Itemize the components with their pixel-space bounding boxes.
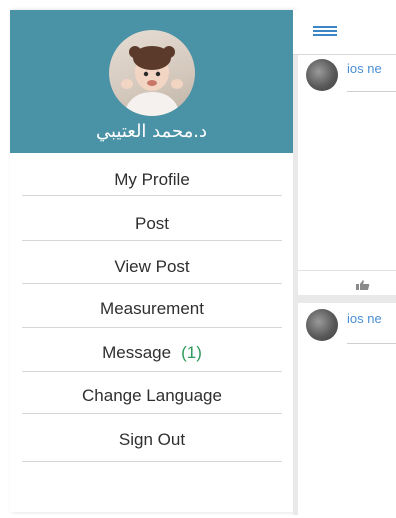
menu-item-my-profile[interactable]: My Profile bbox=[22, 167, 282, 196]
profile-avatar[interactable] bbox=[109, 30, 195, 116]
menu-item-post[interactable]: Post bbox=[22, 210, 282, 241]
menu-item-label: Measurement bbox=[100, 299, 204, 318]
post-card[interactable]: ios ne bbox=[298, 55, 396, 295]
post-card[interactable]: ios ne bbox=[298, 303, 396, 515]
user-name: د.محمد العتيبي bbox=[95, 121, 208, 142]
menu-item-sign-out[interactable]: Sign Out bbox=[22, 425, 282, 462]
menu-item-view-post[interactable]: View Post bbox=[22, 253, 282, 284]
author-avatar[interactable] bbox=[306, 59, 338, 91]
menu-item-message[interactable]: Message (1) bbox=[22, 337, 282, 372]
author-avatar[interactable] bbox=[306, 309, 338, 341]
menu-item-change-language[interactable]: Change Language bbox=[22, 381, 282, 414]
drawer-header: د.محمد العتيبي bbox=[10, 10, 293, 153]
menu-item-label: Message bbox=[102, 343, 172, 362]
menu-item-measurement[interactable]: Measurement bbox=[22, 293, 282, 328]
menu-item-label: View Post bbox=[114, 257, 190, 276]
menu-item-label: Sign Out bbox=[118, 430, 186, 449]
menu-item-label: Post bbox=[134, 214, 170, 233]
divider bbox=[347, 343, 396, 344]
menu-item-label: Change Language bbox=[82, 386, 222, 405]
divider bbox=[347, 91, 396, 92]
navigation-drawer: د.محمد العتيبي My Profile Post View Post… bbox=[10, 10, 294, 512]
message-count-badge: (1) bbox=[181, 343, 202, 362]
post-author[interactable]: ios ne bbox=[347, 311, 382, 326]
post-feed: ios ne ios ne bbox=[293, 55, 396, 515]
divider bbox=[298, 270, 396, 271]
menu-item-label: My Profile bbox=[114, 170, 190, 189]
child-photo bbox=[121, 46, 183, 116]
hamburger-icon[interactable] bbox=[313, 26, 337, 36]
thumbs-up-icon[interactable] bbox=[356, 280, 370, 290]
post-author[interactable]: ios ne bbox=[347, 61, 382, 76]
app-topbar bbox=[293, 10, 396, 55]
